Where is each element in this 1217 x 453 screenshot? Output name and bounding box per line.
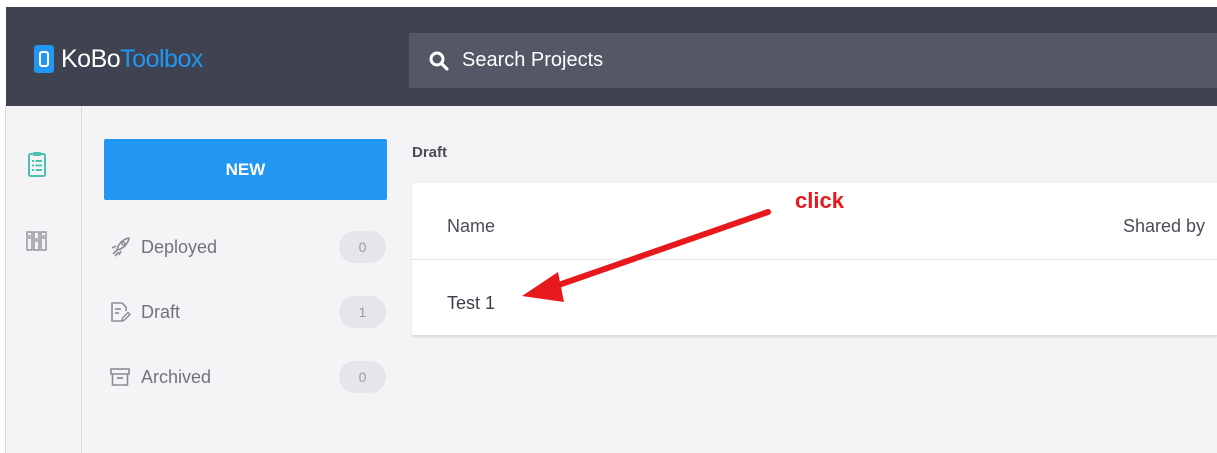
new-button[interactable]: NEW bbox=[104, 139, 387, 200]
count-badge: 0 bbox=[339, 231, 386, 263]
sidebar-item-archived[interactable]: Archived 0 bbox=[109, 361, 389, 393]
search-input[interactable]: Search Projects bbox=[462, 49, 603, 72]
column-header-shared-by[interactable]: Shared by bbox=[1123, 216, 1205, 237]
project-name[interactable]: Test 1 bbox=[447, 293, 495, 314]
sidebar-item-label: Deployed bbox=[141, 236, 218, 257]
row-divider bbox=[412, 335, 1217, 336]
clipboard-icon[interactable] bbox=[28, 151, 46, 177]
logo-icon bbox=[34, 45, 54, 73]
app-header: KoBoToolbox Search Projects bbox=[6, 7, 1217, 106]
sidebar-item-deployed[interactable]: Deployed 0 bbox=[109, 231, 389, 263]
search-icon bbox=[429, 51, 449, 71]
section-title: Draft bbox=[412, 144, 448, 161]
sidebar-item-label: Archived bbox=[141, 366, 212, 387]
sidebar-item-draft[interactable]: Draft 1 bbox=[109, 296, 389, 328]
count-badge: 1 bbox=[339, 296, 386, 328]
top-edge bbox=[0, 0, 1217, 7]
rocket-icon bbox=[109, 236, 131, 258]
logo-text: KoBoToolbox bbox=[61, 44, 203, 73]
archive-icon bbox=[109, 366, 131, 388]
column-header-name[interactable]: Name bbox=[447, 216, 495, 237]
annotation-label: click bbox=[795, 188, 844, 213]
count-badge: 0 bbox=[339, 361, 386, 393]
library-icon[interactable] bbox=[26, 230, 48, 252]
sidebar-item-label: Draft bbox=[141, 301, 181, 322]
kobotoolbox-logo[interactable]: KoBoToolbox bbox=[34, 44, 203, 74]
sidebar: NEW Deployed 0 Draft 1 Archived 0 bbox=[82, 106, 404, 453]
draft-icon bbox=[109, 301, 131, 323]
annotation-arrow-icon bbox=[522, 209, 771, 302]
search-bar[interactable]: Search Projects bbox=[409, 33, 1217, 88]
side-rail bbox=[6, 106, 82, 453]
